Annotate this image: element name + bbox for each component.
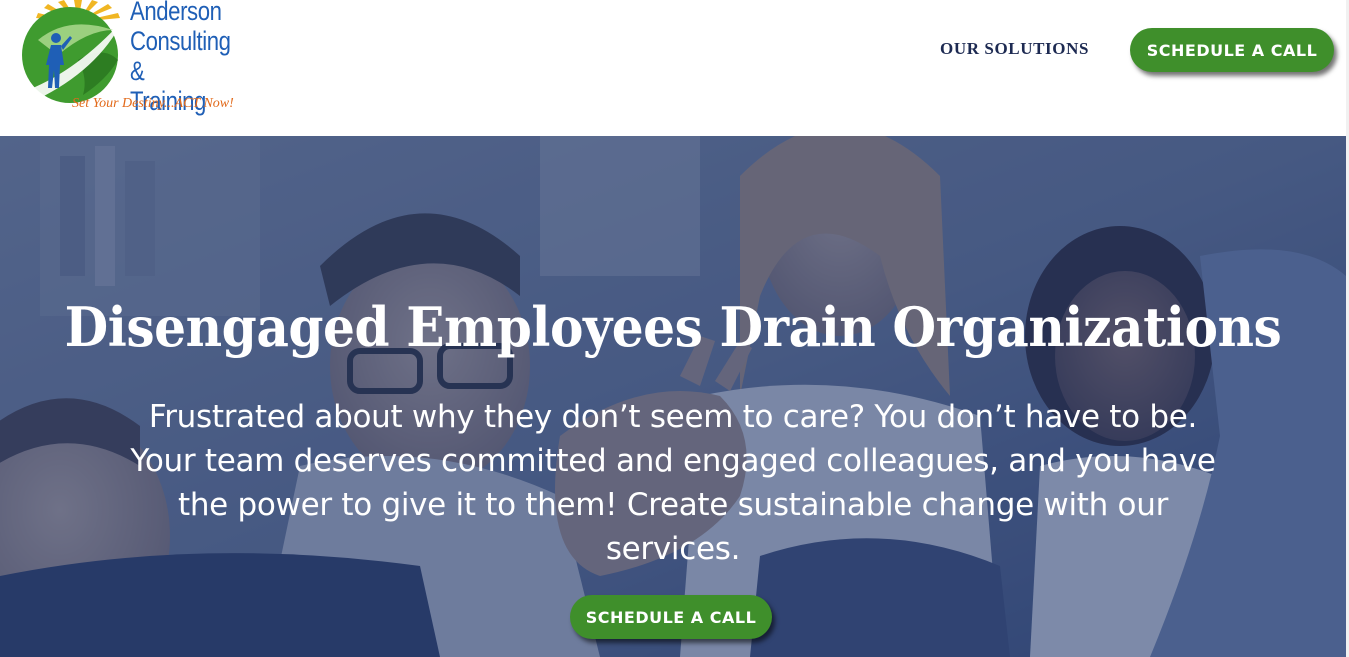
company-name-line2: Consulting &	[130, 26, 231, 86]
hero-title: Disengaged Employees Drain Organizations	[64, 295, 1282, 359]
nav-our-solutions[interactable]: OUR SOLUTIONS	[940, 39, 1089, 59]
company-name-line1: Anderson	[130, 0, 222, 26]
schedule-call-button-hero[interactable]: SCHEDULE A CALL	[570, 595, 772, 639]
logo-tagline: Set Your Destiny...ACT Now!	[72, 96, 234, 111]
site-header: Anderson Consulting & Training Set Your …	[0, 0, 1349, 136]
logo-emblem-icon	[22, 0, 123, 103]
schedule-call-button-header[interactable]: SCHEDULE A CALL	[1130, 28, 1334, 72]
hero-description: Frustrated about why they don’t seem to …	[130, 399, 1216, 567]
hero-section: Disengaged Employees Drain Organizations…	[0, 136, 1346, 657]
company-logo[interactable]: Anderson Consulting & Training Set Your …	[18, 0, 268, 120]
